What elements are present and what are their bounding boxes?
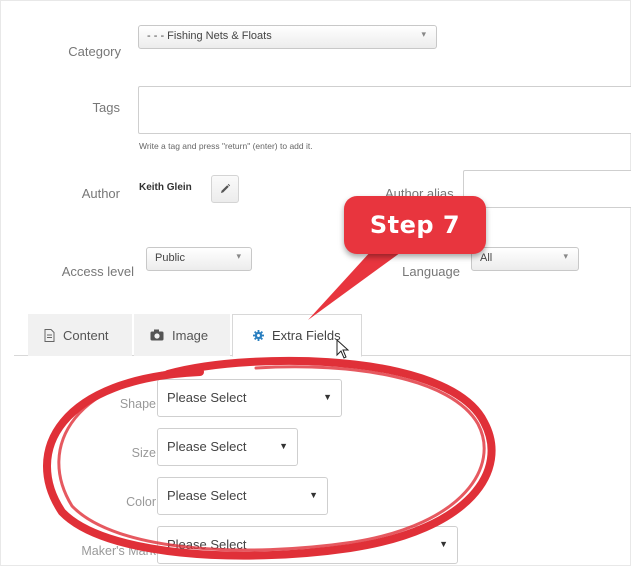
tab-image[interactable]: Image [134, 314, 230, 356]
step-callout-text: Step 7 [369, 211, 461, 239]
tab-content-label: Content [63, 327, 109, 343]
pencil-icon [221, 183, 231, 193]
author-alias-input[interactable] [463, 170, 631, 208]
shape-value: Please Select [167, 390, 247, 405]
tab-image-label: Image [172, 327, 209, 343]
tab-extra-fields[interactable]: Extra Fields [232, 314, 362, 357]
access-level-select[interactable]: Public ▾ [146, 247, 252, 271]
category-label: Category [68, 44, 121, 59]
color-value: Please Select [167, 488, 247, 503]
language-value: All [480, 252, 493, 264]
color-label: Color [126, 495, 156, 509]
shape-select[interactable]: Please Select ▼ [157, 379, 342, 417]
access-level-value: Public [155, 252, 185, 264]
tab-extra-fields-label: Extra Fields [272, 328, 341, 343]
tags-label: Tags [92, 100, 120, 115]
chevron-down-icon: ▼ [309, 490, 318, 500]
camera-icon [150, 329, 164, 341]
makers-mark-value: Please Select [167, 537, 247, 552]
callout-pointer [308, 250, 404, 320]
step-callout: Step 7 [344, 196, 486, 254]
size-value: Please Select [167, 439, 247, 454]
category-value: - - - Fishing Nets & Floats [147, 30, 272, 42]
makers-mark-label: Maker's Mark [81, 544, 156, 558]
document-icon [44, 328, 55, 342]
gear-icon [253, 330, 264, 341]
chevron-down-icon: ▼ [323, 392, 332, 402]
makers-mark-select[interactable]: Please Select ▼ [157, 526, 458, 564]
category-select[interactable]: - - - Fishing Nets & Floats ▾ [138, 25, 437, 49]
edit-author-button[interactable] [211, 175, 239, 203]
chevron-down-icon: ▾ [563, 251, 568, 261]
author-label: Author [81, 186, 120, 201]
tab-content[interactable]: Content [28, 314, 132, 356]
color-select[interactable]: Please Select ▼ [157, 477, 328, 515]
chevron-down-icon: ▾ [236, 251, 241, 261]
tags-help-text: Write a tag and press "return" (enter) t… [139, 141, 313, 151]
chevron-down-icon: ▾ [421, 29, 426, 39]
size-select[interactable]: Please Select ▼ [157, 428, 298, 466]
author-name: Keith Glein [139, 182, 192, 193]
language-label: Language [402, 264, 460, 279]
chevron-down-icon: ▼ [279, 441, 288, 451]
language-select[interactable]: All ▾ [471, 247, 579, 271]
size-label: Size [131, 446, 156, 460]
chevron-down-icon: ▼ [439, 539, 448, 549]
tags-input[interactable] [138, 86, 631, 134]
access-level-label: Access level [61, 264, 134, 279]
shape-label: Shape [119, 397, 156, 411]
